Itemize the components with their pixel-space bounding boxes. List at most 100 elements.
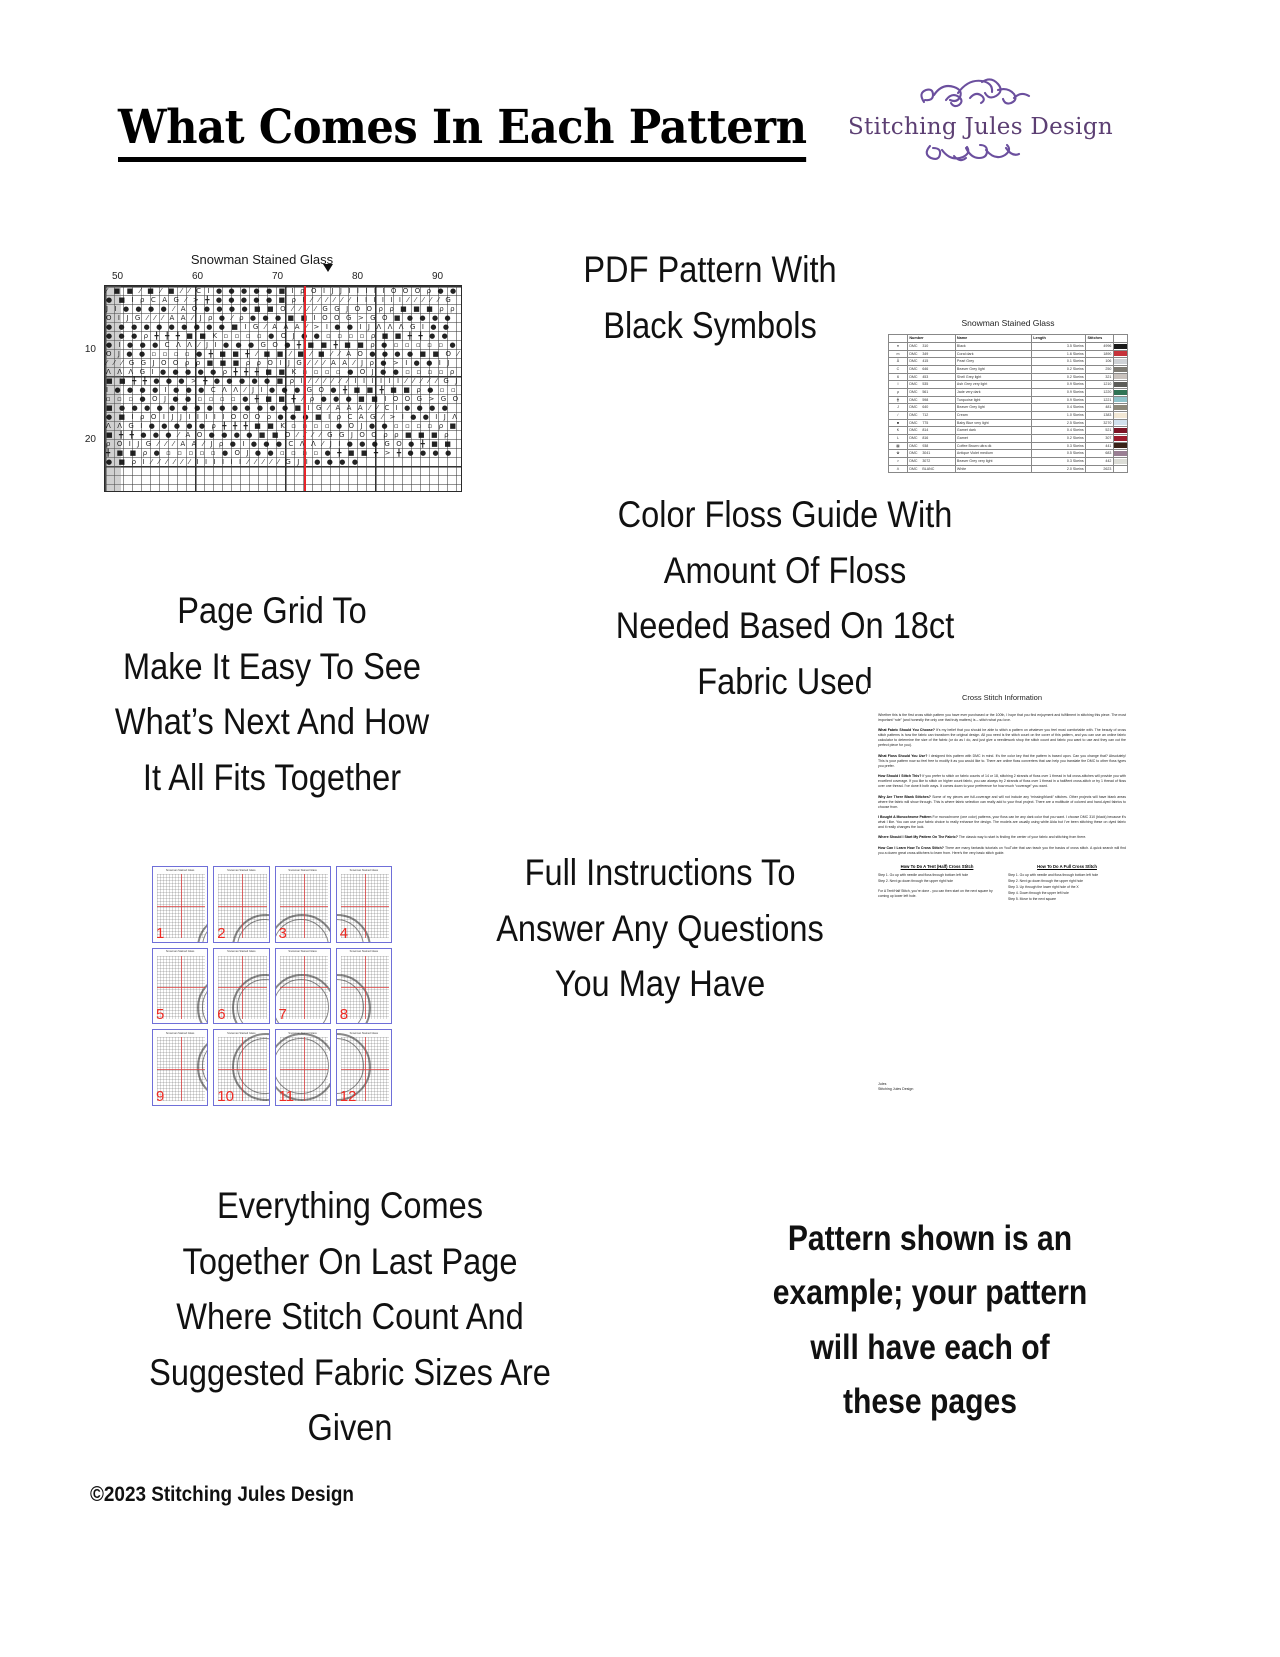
th-symbol: [888, 334, 908, 343]
page-thumbnail: Snowman Stained Glass 10: [213, 1029, 270, 1106]
floss-guide-title: Snowman Stained Glass: [961, 318, 1055, 328]
page-thumbnail-title: Snowman Stained Glass: [349, 868, 379, 872]
color-swatch: [1114, 374, 1127, 380]
instructions-section-text: The classic way to start is finding the …: [957, 835, 1087, 840]
cell-number: DMC 598: [906, 395, 956, 405]
cell-swatch: [1112, 372, 1129, 382]
page-title: What Comes In Each Pattern: [118, 104, 807, 162]
page-thumbnail: Snowman Stained Glass 6: [213, 947, 270, 1025]
cell-number: DMC 349: [906, 349, 956, 359]
th-number: Number: [906, 334, 956, 343]
page-thumbnail-number: 10: [217, 1087, 234, 1105]
cell-length: 2.5 Skeins: [1030, 418, 1087, 428]
table-row: C DMC 646 Beaver Grey light 0.2 Skeins 250: [888, 364, 1129, 374]
cell-symbol: ▩: [888, 441, 908, 451]
th-swatch: [1112, 334, 1129, 343]
page-thumbnail-number: 3: [278, 924, 287, 942]
cell-swatch: [1112, 395, 1129, 405]
page-thumbnail: Snowman Stained Glass 4: [335, 866, 392, 943]
color-swatch: [1114, 397, 1127, 403]
color-swatch: [1114, 405, 1127, 411]
table-row: J DMC 640 Beaver Grey light 0.4 Skeins 481: [888, 403, 1129, 412]
cell-stitches: 1220: [1085, 387, 1114, 397]
cell-name: Baby Blue very light: [954, 418, 1032, 428]
cell-stitches: 1210: [1085, 380, 1114, 389]
cell-symbol: J: [888, 403, 908, 412]
instructions-section-heading: How Should I Stitch This?: [878, 774, 922, 779]
table-row: I DMC 535 Ash Grey very light 0.9 Skeins 1210: [888, 380, 1129, 389]
cell-stitches: 2623: [1085, 464, 1114, 474]
cell-length: 0.4 Skeins: [1030, 426, 1087, 435]
page-thumbnail-number: 1: [156, 924, 165, 942]
cell-swatch: [1112, 387, 1129, 397]
howto-step: Step 4. Down through the upper left hole: [1008, 891, 1069, 896]
cell-length: 0.1 Skeins: [1030, 357, 1087, 366]
page-thumbnail-title: Snowman Stained Glass: [165, 868, 195, 872]
instructions-section-heading: I Bought A Monochrome Pattern: [878, 815, 932, 820]
color-swatch: [1114, 343, 1127, 349]
cell-symbol: ●: [888, 341, 908, 351]
caption-line: Full Instructions To Answer Any Question…: [496, 852, 824, 1004]
color-swatch: [1114, 359, 1127, 365]
table-row: 6 DMC 453 Shell Grey light 0.2 Skeins 321: [888, 372, 1129, 382]
table-row: ╋ DMC 598 Turquoise light 0.9 Skeins 1221: [888, 395, 1129, 405]
table-row: L DMC 816 Garnet 0.2 Skeins 307: [888, 434, 1129, 443]
cell-name: Beaver Grey very light: [954, 457, 1032, 466]
cell-number: DMC 938: [906, 441, 956, 451]
color-swatch: [1114, 466, 1127, 472]
cell-symbol: L: [888, 434, 908, 443]
page-thumbnail-title: Snowman Stained Glass: [227, 868, 256, 872]
caption-disclaimer: Pattern shown is an example; your patter…: [732, 1212, 1128, 1429]
cell-number: DMC 646: [906, 364, 956, 374]
page-thumbnail-title: Snowman Stained Glass: [288, 950, 317, 954]
cell-number: DMC BLANC: [906, 464, 956, 474]
chart-col-label: 90: [432, 271, 444, 282]
cell-symbol: >: [888, 457, 908, 466]
cell-number: DMC 3041: [906, 449, 956, 458]
cell-name: Coral dark: [954, 349, 1032, 359]
page-thumbnail-number: 11: [278, 1087, 295, 1105]
instructions-thumbnail: Cross Stitch Information Whether this is…: [868, 688, 1136, 1100]
cell-symbol: ⁄: [888, 410, 908, 420]
page-thumbnail: Snowman Stained Glass 11: [274, 1029, 331, 1106]
color-swatch: [1114, 412, 1127, 418]
cell-length: 0.2 Skeins: [1030, 364, 1087, 374]
th-length: Length: [1030, 334, 1087, 343]
cell-name: Beaver Grey light: [954, 364, 1032, 374]
floss-table: Number Name Length Stitches ● DMC 310 Black…: [888, 334, 1129, 474]
floss-guide-thumbnail: Snowman Stained Glass Number Name Length…: [888, 318, 1129, 483]
cell-number: DMC 535: [906, 380, 956, 389]
caption-line: PDF Pattern With Black Symbols: [583, 249, 837, 346]
page-thumbnail-title: Snowman Stained Glass: [288, 868, 317, 872]
cell-stitches: 683: [1085, 449, 1114, 458]
cell-name: Turquoise light: [954, 395, 1032, 405]
page-thumbnail: Snowman Stained Glass 3: [274, 866, 331, 943]
cell-swatch: [1112, 418, 1129, 428]
cell-length: 0.9 Skeins: [1030, 380, 1087, 389]
chart-center-line: [304, 286, 307, 491]
chart-row-label: 20: [84, 434, 96, 445]
page-thumbnail-number: 4: [339, 924, 349, 942]
cell-stitches: 521: [1085, 426, 1114, 435]
cell-swatch: [1112, 357, 1129, 366]
color-swatch: [1114, 428, 1127, 434]
cell-swatch: [1112, 434, 1129, 443]
cell-stitches: 442: [1085, 457, 1114, 466]
cell-number: DMC 816: [906, 434, 956, 443]
cell-name: Jade very dark: [954, 387, 1032, 397]
chart-col-label: 60: [192, 271, 204, 282]
cell-number: DMC 3072: [906, 457, 956, 466]
howto-step: Step 1. Go up with needle and floss thro…: [1008, 872, 1099, 877]
cell-stitches: 3270: [1085, 418, 1114, 428]
table-row: ● DMC 310 Black 3.5 Skeins 4996: [888, 341, 1129, 351]
caption-line: Everything Comes Together On Last Page W…: [149, 1185, 551, 1448]
chart-row-label: 10: [84, 344, 96, 355]
cell-number: DMC 712: [906, 410, 956, 420]
instructions-section: How Should I Stitch This? If you prefer …: [878, 774, 1126, 789]
page-grid-thumbnails: Snowman Stained Glass 1 Snowman Stained Gl…: [152, 866, 392, 1106]
page-thumbnail-title: Snowman Stained Glass: [165, 1031, 195, 1035]
table-row: > DMC 3072 Beaver Grey very light 0.3 Skeins…: [888, 457, 1129, 466]
instructions-section-heading: What Floss Should You Use?: [878, 753, 928, 758]
instructions-section-heading: Why Are There Blank Stitches?: [878, 794, 931, 799]
cell-stitches: 441: [1085, 441, 1114, 451]
